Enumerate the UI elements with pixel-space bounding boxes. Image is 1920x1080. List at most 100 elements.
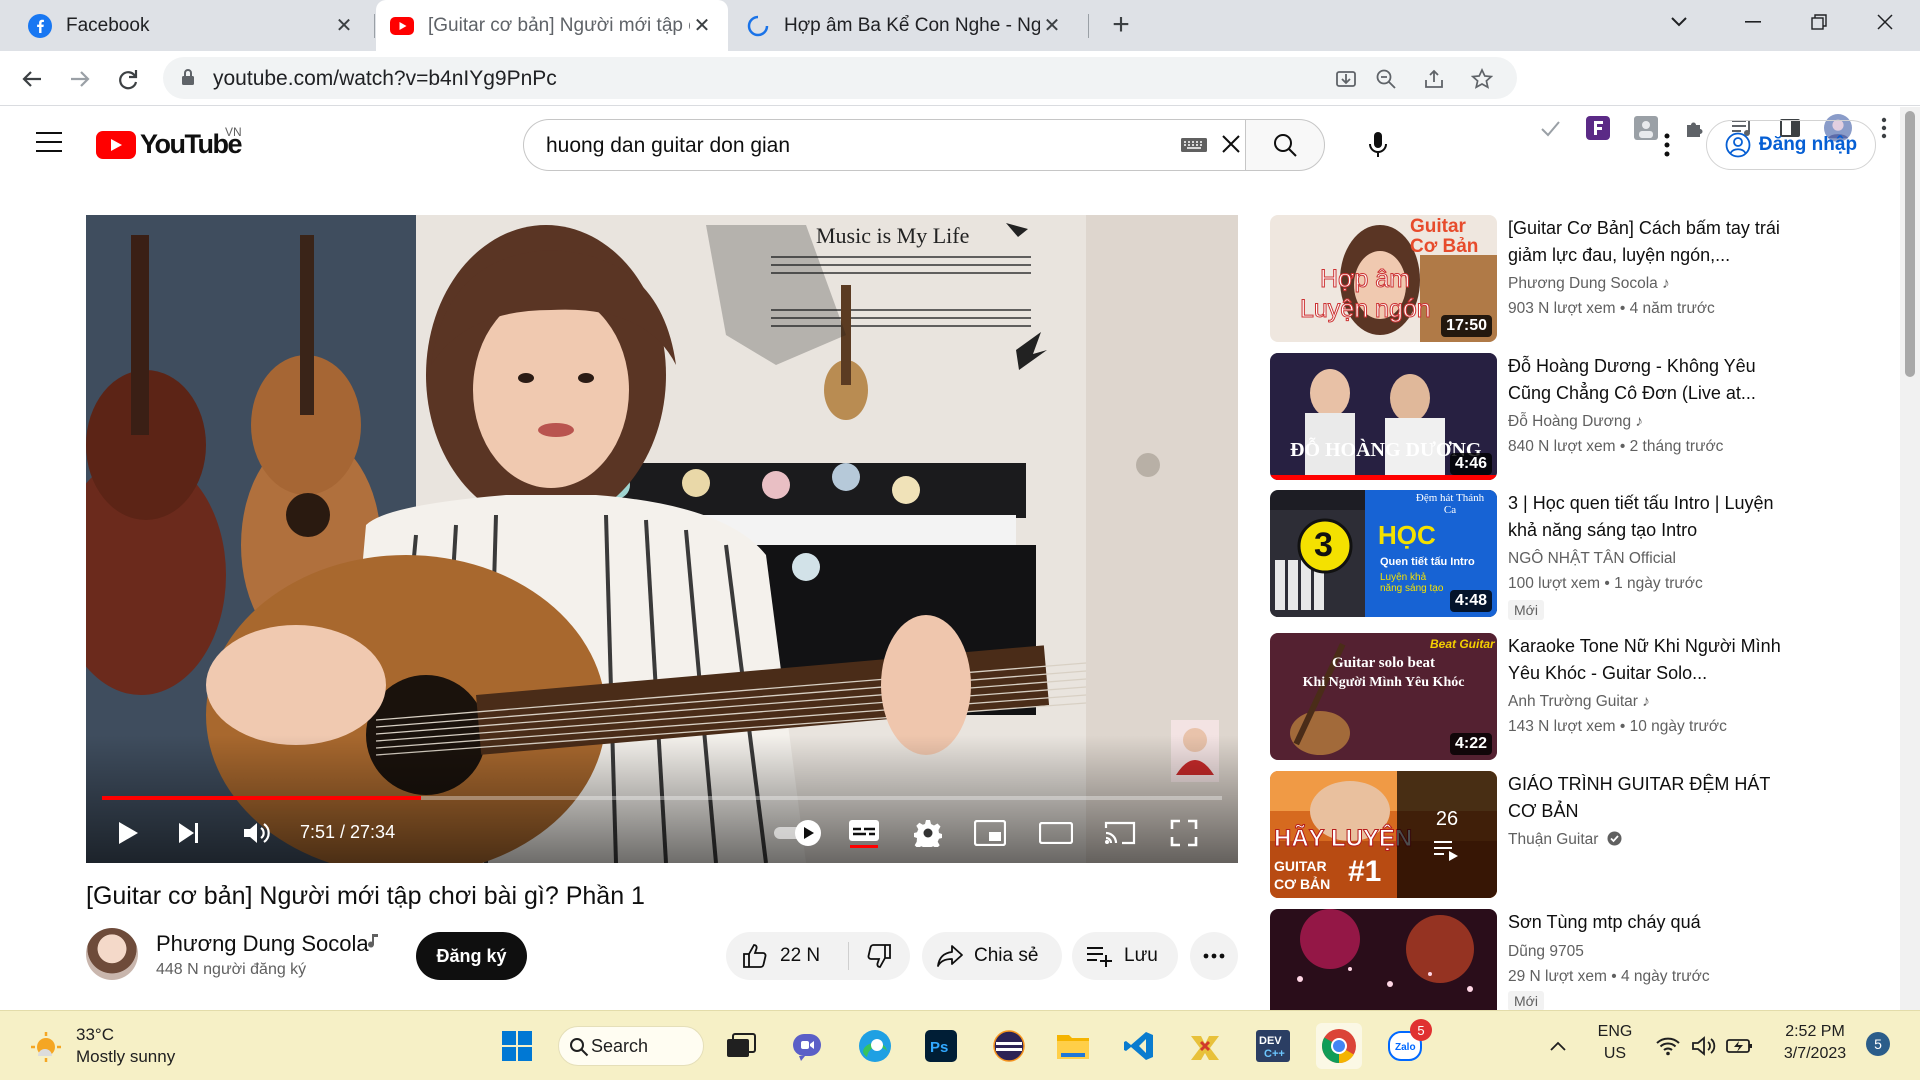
sign-in-button[interactable]: Đăng nhập bbox=[1706, 120, 1876, 170]
video-thumbnail[interactable]: Guitar Cơ Bản Hợp âm Luyện ngón 17:50 bbox=[1270, 215, 1497, 342]
scrollbar-thumb[interactable] bbox=[1905, 111, 1915, 377]
video-thumbnail[interactable]: ĐỖ HOÀNG DƯƠNG 4:46 bbox=[1270, 353, 1497, 480]
youtube-logo[interactable]: YouTube VN bbox=[96, 125, 242, 160]
address-bar[interactable]: youtube.com/watch?v=b4nIYg9PnPc bbox=[163, 57, 1517, 99]
share-icon[interactable] bbox=[1421, 66, 1447, 92]
more-actions-button[interactable] bbox=[1190, 932, 1238, 980]
taskbar-search[interactable]: Search bbox=[558, 1026, 704, 1066]
voice-search-mic-icon[interactable] bbox=[1356, 123, 1400, 167]
recommendation-title[interactable]: GIÁO TRÌNH GUITAR ĐỆM HÁT CƠ BẢN bbox=[1508, 771, 1783, 825]
recommendation-channel[interactable]: Phương Dung Socola ♪ bbox=[1508, 275, 1670, 293]
keyboard-icon[interactable] bbox=[1181, 137, 1207, 158]
recommendation-title[interactable]: 3 | Học quen tiết tấu Intro | Luyện khả … bbox=[1508, 490, 1783, 544]
forward-arrow-icon[interactable] bbox=[60, 59, 100, 99]
windows-start-icon[interactable] bbox=[494, 1023, 540, 1069]
subscribe-button[interactable]: Đăng ký bbox=[416, 932, 527, 980]
clock-date: 3/7/2023 bbox=[1783, 1045, 1847, 1062]
theater-mode-button[interactable] bbox=[1034, 811, 1078, 855]
battery-icon[interactable] bbox=[1722, 1023, 1758, 1069]
settings-button[interactable] bbox=[906, 811, 950, 855]
settings-kebab-icon[interactable] bbox=[1652, 127, 1682, 163]
teams-chat-icon[interactable] bbox=[784, 1023, 830, 1069]
recommendation-title[interactable]: Karaoke Tone Nữ Khi Người Mình Yêu Khóc … bbox=[1508, 633, 1783, 687]
recommendation-title[interactable]: Sơn Tùng mtp cháy quá bbox=[1508, 909, 1783, 936]
eclipse-icon[interactable] bbox=[986, 1023, 1032, 1069]
weather-widget[interactable]: 33°C Mostly sunny bbox=[30, 1023, 230, 1069]
tab-search-icon[interactable] bbox=[1646, 0, 1712, 44]
input-language[interactable]: ENG US bbox=[1592, 1023, 1638, 1063]
recommendation-item[interactable]: ĐỖ HOÀNG DƯƠNG 4:46 Đỗ Hoàng Dương - Khô… bbox=[1270, 353, 1782, 483]
fullscreen-button[interactable] bbox=[1162, 811, 1206, 855]
autoplay-toggle[interactable] bbox=[770, 811, 826, 855]
channel-name[interactable]: Phương Dung Socola bbox=[156, 931, 369, 957]
bookmark-star-icon[interactable] bbox=[1469, 66, 1495, 92]
zoom-icon[interactable] bbox=[1373, 66, 1399, 92]
new-tab-button[interactable]: + bbox=[1105, 10, 1137, 42]
edge-browser-icon[interactable] bbox=[852, 1023, 898, 1069]
notification-count-badge[interactable]: 5 bbox=[1866, 1032, 1890, 1056]
dev-cpp-icon[interactable]: DEV C++ bbox=[1250, 1023, 1296, 1069]
recommendation-channel[interactable]: Đỗ Hoàng Dương ♪ bbox=[1508, 413, 1643, 431]
recommendation-item[interactable]: 3 HỌC Đệm hát Thánh Ca Quen tiết tấu Int… bbox=[1270, 490, 1782, 620]
volume-button[interactable] bbox=[234, 811, 278, 855]
play-button[interactable] bbox=[106, 811, 150, 855]
recommendation-title[interactable]: [Guitar Cơ Bản] Cách bấm tay trái giảm l… bbox=[1508, 215, 1783, 269]
dislike-button[interactable] bbox=[849, 943, 909, 969]
close-window-icon[interactable] bbox=[1852, 0, 1918, 44]
tab-facebook[interactable]: Facebook ✕ bbox=[14, 0, 370, 51]
hamburger-menu-icon[interactable] bbox=[36, 132, 62, 159]
search-input[interactable]: huong dan guitar don gian bbox=[523, 119, 1245, 171]
close-tab-icon[interactable]: ✕ bbox=[1040, 14, 1064, 38]
playlist-thumbnail[interactable]: HÃY LUYỆN GUITAR CƠ BẢN #1 26 bbox=[1270, 771, 1497, 898]
photoshop-icon[interactable]: Ps bbox=[918, 1023, 964, 1069]
install-app-icon[interactable] bbox=[1333, 66, 1359, 92]
wifi-icon[interactable] bbox=[1650, 1023, 1686, 1069]
subtitles-button[interactable] bbox=[842, 811, 886, 855]
video-thumbnail[interactable] bbox=[1270, 909, 1497, 1010]
save-button[interactable]: Lưu bbox=[1072, 932, 1178, 980]
tab-hop-am[interactable]: Hợp âm Ba Kể Con Nghe - Nguyễn ✕ bbox=[732, 0, 1078, 51]
vscode-icon[interactable] bbox=[1116, 1023, 1162, 1069]
search-button[interactable] bbox=[1245, 119, 1325, 171]
recommendation-playlist[interactable]: HÃY LUYỆN GUITAR CƠ BẢN #1 26 GIÁO TRÌNH… bbox=[1270, 771, 1782, 901]
channel-avatar[interactable] bbox=[86, 928, 138, 980]
page-scrollbar[interactable] bbox=[1900, 107, 1920, 1010]
speaker-icon[interactable] bbox=[1686, 1023, 1722, 1069]
recommendation-channel[interactable]: Anh Trường Guitar ♪ bbox=[1508, 693, 1650, 711]
back-arrow-icon[interactable] bbox=[12, 59, 52, 99]
thumbs-down-icon bbox=[866, 943, 892, 969]
show-hidden-icons-chevron-icon[interactable] bbox=[1540, 1023, 1576, 1069]
restore-icon[interactable] bbox=[1786, 0, 1852, 44]
task-view-icon[interactable] bbox=[718, 1023, 764, 1069]
next-button[interactable] bbox=[166, 811, 210, 855]
share-button[interactable]: Chia sẻ bbox=[922, 932, 1062, 980]
illustrator-like-app-icon[interactable] bbox=[1182, 1023, 1228, 1069]
recommendation-channel[interactable]: Thuận Guitar bbox=[1508, 831, 1622, 849]
zalo-icon[interactable]: Zalo 5 bbox=[1382, 1019, 1432, 1069]
recommendation-title[interactable]: Đỗ Hoàng Dương - Không Yêu Cũng Chẳng Cô… bbox=[1508, 353, 1783, 407]
recommendation-item[interactable]: Guitar Cơ Bản Hợp âm Luyện ngón 17:50 [G… bbox=[1270, 215, 1782, 345]
chrome-taskbar-icon[interactable] bbox=[1316, 1023, 1362, 1069]
file-explorer-icon[interactable] bbox=[1050, 1023, 1096, 1069]
reload-icon[interactable] bbox=[108, 59, 148, 99]
like-button[interactable]: 22 N bbox=[726, 943, 848, 969]
video-thumbnail[interactable]: 3 HỌC Đệm hát Thánh Ca Quen tiết tấu Int… bbox=[1270, 490, 1497, 617]
clock[interactable]: 2:52 PM 3/7/2023 bbox=[1770, 1023, 1860, 1063]
video-thumbnail[interactable]: Beat Guitar Guitar solo beat Khi Người M… bbox=[1270, 633, 1497, 760]
recommendation-channel[interactable]: NGÔ NHẬT TÂN Official bbox=[1508, 550, 1676, 568]
recommendation-item[interactable]: Beat Guitar Guitar solo beat Khi Người M… bbox=[1270, 633, 1782, 763]
recommendation-channel[interactable]: Dũng 9705 bbox=[1508, 943, 1584, 961]
video-player[interactable]: Music is My Life 7:51 / 27:34 bbox=[86, 215, 1238, 863]
clear-search-icon[interactable] bbox=[1220, 133, 1242, 160]
minimize-icon[interactable] bbox=[1720, 0, 1786, 44]
cast-button[interactable] bbox=[1098, 811, 1142, 855]
thumb-caption: Guitar Cơ Bản bbox=[1410, 216, 1479, 257]
share-arrow-icon bbox=[936, 944, 964, 968]
recommendation-meta: 903 N lượt xem • 4 năm trước bbox=[1508, 300, 1715, 317]
tab-youtube-video[interactable]: [Guitar cơ bản] Người mới tập chơi bài g… bbox=[376, 0, 728, 51]
sunny-weather-icon bbox=[31, 1032, 61, 1062]
progress-bar[interactable] bbox=[102, 796, 1222, 800]
close-tab-icon[interactable]: ✕ bbox=[690, 14, 714, 38]
miniplayer-button[interactable] bbox=[968, 811, 1012, 855]
close-tab-icon[interactable]: ✕ bbox=[332, 14, 356, 38]
